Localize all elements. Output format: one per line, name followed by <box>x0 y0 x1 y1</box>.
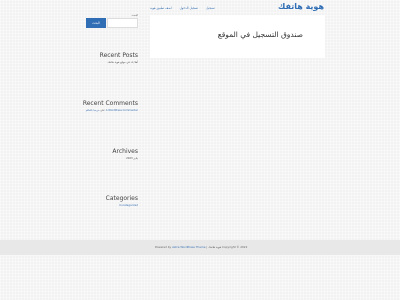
search-input[interactable] <box>107 18 138 28</box>
recent-post-link[interactable]: أهلا بك في موقع هوية هاتفك <box>78 61 138 65</box>
categories-widget: Categories Uncategorized <box>78 195 138 208</box>
post-title: صندوق التسجيل في الموقع <box>217 30 303 39</box>
search-label: البحث <box>131 14 138 17</box>
site-footer: Copyright © 2022 هوية هاتفك | Powered by… <box>0 240 400 255</box>
comment-connector: على <box>100 109 105 112</box>
archive-link[interactable]: يناير 2023 <box>78 157 138 161</box>
search-form: البحث <box>86 18 138 28</box>
comment-author-link[interactable]: A WordPress Commenter <box>106 109 138 112</box>
recent-posts-widget: Recent Posts أهلا بك في موقع هوية هاتفك <box>78 52 138 65</box>
site-title[interactable]: هوية هاتفك <box>278 2 324 11</box>
main-content: صندوق التسجيل في الموقع <box>150 15 325 58</box>
nav-item-login[interactable]: تسجيل الدخول <box>180 6 199 10</box>
recent-comments-widget: Recent Comments A WordPress Commenter عل… <box>78 100 138 113</box>
recent-comments-title: Recent Comments <box>82 100 138 107</box>
main-navigation: تسجيل تسجيل الدخول اضف تطبيق هوية <box>150 6 215 10</box>
nav-item-register[interactable]: تسجيل <box>206 6 215 10</box>
theme-link[interactable]: Astra WordPress Theme <box>172 245 205 249</box>
site-header: هوية هاتفك تسجيل تسجيل الدخول اضف تطبيق … <box>0 0 400 16</box>
archives-title: Archives <box>112 148 138 155</box>
categories-title: Categories <box>105 195 138 202</box>
recent-comment-item: A WordPress Commenter على مرحبا بالعالم <box>78 109 138 113</box>
archives-widget: Archives يناير 2023 <box>78 148 138 161</box>
footer-copyright: Copyright © 2022 هوية هاتفك | Powered by… <box>155 245 247 249</box>
recent-posts-title: Recent Posts <box>99 52 138 59</box>
category-link[interactable]: Uncategorized <box>78 204 138 208</box>
search-button[interactable]: البحث <box>86 18 106 28</box>
comment-post-link[interactable]: مرحبا بالعالم <box>86 109 100 112</box>
sidebar: البحث البحث Recent Posts أهلا بك في موقع… <box>83 14 138 214</box>
nav-item-add-app[interactable]: اضف تطبيق هوية <box>150 6 172 10</box>
